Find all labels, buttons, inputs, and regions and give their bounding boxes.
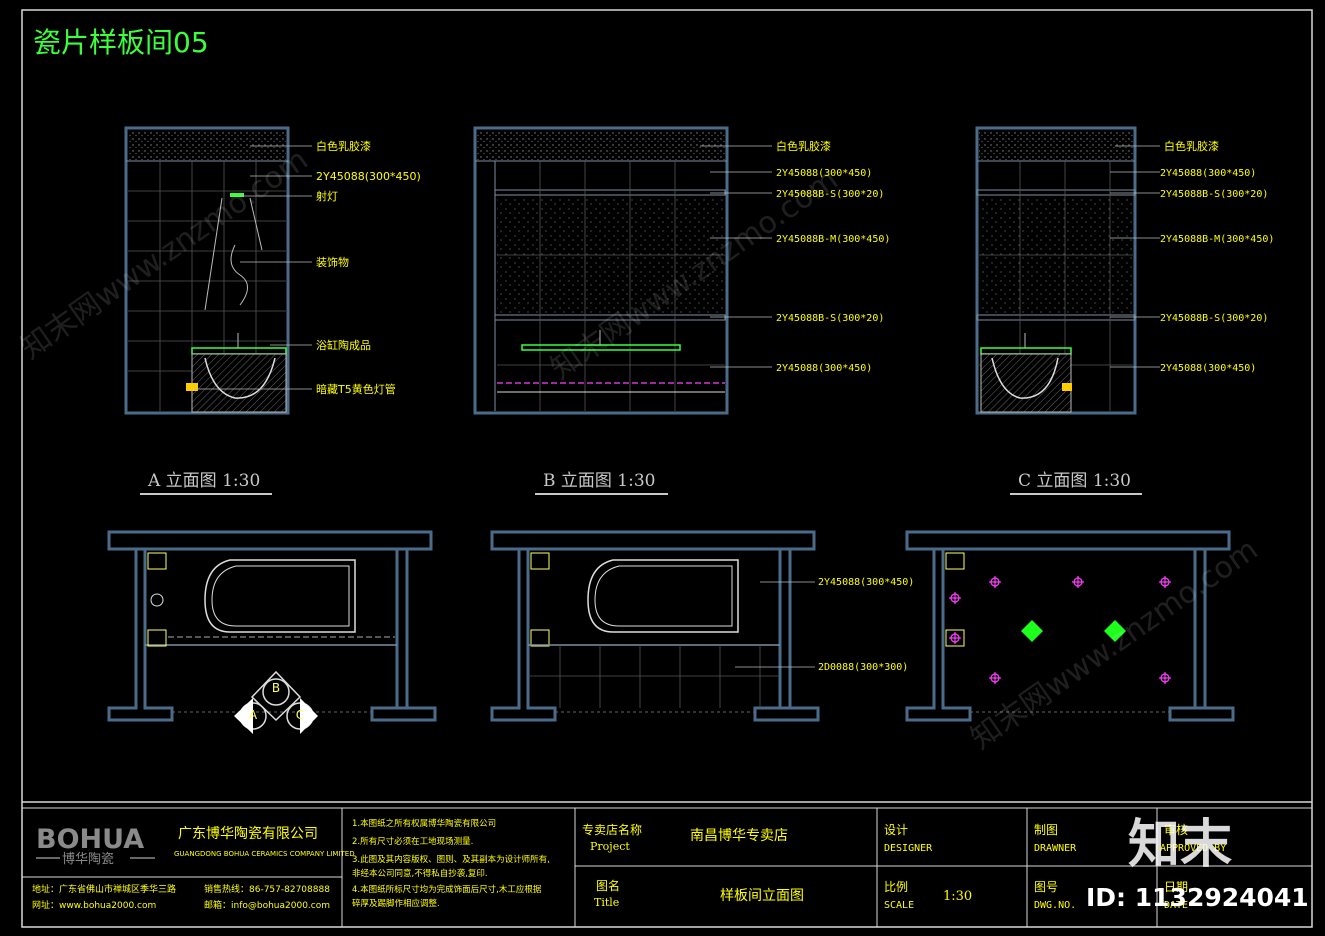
- scale-value: 1:30: [943, 889, 972, 904]
- diagonal-watermark: 知末网www.znzmo.com: [965, 532, 1265, 757]
- address: 地址：广东省佛山市禅城区季华三路: [32, 883, 176, 895]
- ceiling-lamp: [1021, 620, 1043, 642]
- logo: BOHUA: [36, 824, 144, 855]
- title-label-en: Title: [594, 896, 619, 909]
- scale-label-en: SCALE: [884, 900, 914, 911]
- note-5: 碎厚及踢脚作相应调整.: [352, 898, 440, 909]
- designer-label-en: DESIGNER: [884, 843, 933, 854]
- company-name: 广东博华陶瓷有限公司: [178, 825, 318, 842]
- index-mark-c: C: [296, 708, 304, 722]
- company-name-en: GUANGDONG BOHUA CERAMICS COMPANY LIMITED: [174, 850, 355, 858]
- label-a-3: 装饰物: [316, 255, 349, 269]
- label-a-4: 浴缸陶成品: [316, 338, 371, 352]
- title-value: 样板间立面图: [720, 888, 804, 904]
- label-b-3: 2Y45088B-M(300*450): [776, 234, 890, 245]
- website: 网址：www.bohua2000.com: [32, 899, 156, 911]
- label-plan-b-1: 2D0088(300*300): [818, 662, 908, 673]
- project-label: 专卖店名称: [582, 822, 642, 837]
- dwgno-label-en: DWG.NO.: [1034, 900, 1076, 911]
- project-value: 南昌博华专卖店: [690, 827, 788, 844]
- caption-c: C 立面图 1:30: [1018, 471, 1131, 491]
- note-1: 2.所有尺寸必须在工地现场测量.: [352, 836, 473, 847]
- scale-label: 比例: [884, 880, 908, 894]
- label-a-5: 暗藏T5黄色灯管: [316, 382, 396, 396]
- caption-a: A 立面图 1:30: [147, 471, 260, 491]
- label-b-0: 白色乳胶漆: [776, 139, 831, 153]
- drawn-label-en: DRAWNER: [1034, 843, 1077, 854]
- elevation-c: [975, 126, 1137, 415]
- note-0: 1.本图纸之所有权属博华陶瓷有限公司: [352, 818, 496, 829]
- label-c-0: 白色乳胶漆: [1164, 139, 1219, 153]
- project-label-en: Project: [590, 840, 630, 853]
- notes: 1.本图纸之所有权属博华陶瓷有限公司 2.所有尺寸必须在工地现场测量. 3.此图…: [352, 818, 550, 909]
- designer-label: 设计: [884, 823, 908, 837]
- hotline: 销售热线：86-757-82708888: [204, 883, 330, 895]
- dwgno-label: 图号: [1034, 880, 1058, 894]
- label-c-3: 2Y45088B-M(300*450): [1160, 234, 1274, 245]
- index-mark-a: A: [249, 708, 258, 722]
- logo-sub: 博华陶瓷: [62, 851, 114, 867]
- caption-b: B 立面图 1:30: [543, 471, 655, 491]
- index-marks: B A C: [234, 670, 318, 734]
- label-a-1: 2Y45088(300*450): [316, 170, 421, 183]
- label-plan-b-0: 2Y45088(300*450): [818, 577, 914, 588]
- label-a-2: 射灯: [316, 189, 338, 203]
- label-c-2: 2Y45088B-S(300*20): [1160, 189, 1268, 200]
- label-b-4: 2Y45088B-S(300*20): [776, 313, 884, 324]
- index-mark-b: B: [272, 681, 280, 695]
- note-3: 非经本公司同意,不得私自抄袭,复印.: [352, 868, 488, 879]
- diagonal-watermark: 知末网www.znzmo.com: [15, 142, 315, 367]
- drawn-label: 制图: [1034, 823, 1058, 837]
- label-c-4: 2Y45088B-S(300*20): [1160, 313, 1268, 324]
- label-c-5: 2Y45088(300*450): [1160, 363, 1256, 374]
- plan-b-detail: 2Y45088(300*450) 2D0088(300*300): [528, 552, 914, 713]
- label-a-0: 白色乳胶漆: [316, 139, 371, 153]
- cad-drawing: 瓷片样板间05 白色乳胶漆 2Y45088(300*450) 射灯 装饰物 浴缸…: [15, 9, 1313, 928]
- email: 邮箱：info@bohua2000.com: [204, 899, 330, 911]
- title-label: 图名: [596, 878, 620, 893]
- note-2: 3.此图及其内容版权、图则、及其副本为设计师所有,: [352, 854, 550, 865]
- label-c-1: 2Y45088(300*450): [1160, 168, 1256, 179]
- note-4: 4.本图纸所标尺寸均为完成饰面后尺寸,木工应根据: [352, 884, 542, 895]
- watermark-brand: 知末: [1128, 815, 1232, 875]
- label-b-5: 2Y45088(300*450): [776, 363, 872, 374]
- watermark-id: ID: 1132924041: [1086, 883, 1309, 912]
- drawing-title: 瓷片样板间05: [33, 26, 209, 59]
